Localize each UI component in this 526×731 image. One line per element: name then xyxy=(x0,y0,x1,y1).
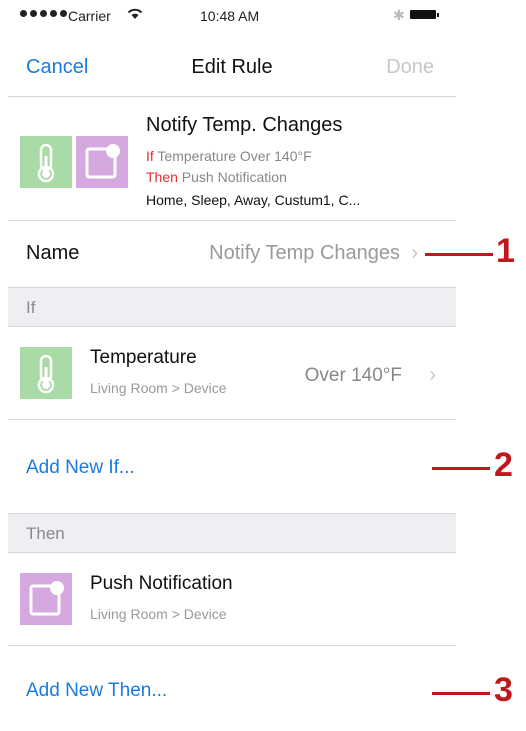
then-action-row[interactable]: Push Notification Living Room > Device xyxy=(8,553,456,646)
callout-line-3 xyxy=(432,692,490,695)
callout-number-1: 1 xyxy=(496,232,515,270)
condition-subtitle: Living Room > Device xyxy=(90,380,227,396)
name-value: Notify Temp Changes xyxy=(209,242,400,264)
navigation-bar: Cancel Edit Rule Done xyxy=(8,40,456,97)
add-if-row[interactable]: Add New If... xyxy=(8,420,456,512)
done-button[interactable]: Done xyxy=(386,56,434,79)
condition-title: Temperature xyxy=(90,347,197,368)
if-section-header: If xyxy=(8,288,456,327)
rule-if-line: If Temperature Over 140°F xyxy=(146,148,312,164)
callout-line-2 xyxy=(432,467,490,470)
notification-icon xyxy=(76,136,128,188)
if-text: Temperature Over 140°F xyxy=(153,148,312,164)
if-section-label: If xyxy=(26,298,36,317)
if-condition-row[interactable]: Temperature Living Room > Device Over 14… xyxy=(8,327,456,420)
clock: 10:48 AM xyxy=(200,8,260,24)
status-bar: Carrier 10:48 AM ✱ xyxy=(8,0,456,40)
carrier-label: Carrier xyxy=(68,8,111,24)
action-title: Push Notification xyxy=(90,573,233,594)
condition-value: Over 140°F xyxy=(304,365,402,386)
add-new-if-button[interactable]: Add New If... xyxy=(26,457,135,479)
callout-number-3: 3 xyxy=(494,671,513,709)
then-section-header: Then xyxy=(8,513,456,553)
chevron-right-icon: › xyxy=(411,242,418,264)
rule-modes: Home, Sleep, Away, Custum1, C... xyxy=(146,192,361,208)
rule-then-line: Then Push Notification xyxy=(146,169,287,185)
name-row[interactable]: Name Notify Temp Changes › xyxy=(8,221,456,288)
then-keyword: Then xyxy=(146,169,178,185)
signal-strength-icon xyxy=(20,10,67,17)
notification-icon xyxy=(20,573,72,625)
chevron-right-icon: › xyxy=(429,364,436,386)
rule-summary: Notify Temp. Changes If Temperature Over… xyxy=(8,96,456,221)
wifi-icon xyxy=(127,8,143,19)
name-label: Name xyxy=(26,242,80,264)
callout-line-1 xyxy=(425,253,493,256)
rule-title: Notify Temp. Changes xyxy=(146,114,343,136)
then-text: Push Notification xyxy=(177,169,287,185)
phone-screen: Carrier 10:48 AM ✱ Cancel Edit Rule Done xyxy=(8,0,456,731)
battery-icon xyxy=(410,10,439,19)
add-then-row[interactable]: Add New Then... xyxy=(8,646,456,731)
callout-number-2: 2 xyxy=(494,446,513,484)
add-new-then-button[interactable]: Add New Then... xyxy=(26,680,167,702)
if-keyword: If xyxy=(146,148,154,164)
cancel-button[interactable]: Cancel xyxy=(26,56,88,79)
then-section-label: Then xyxy=(26,524,65,543)
bluetooth-icon: ✱ xyxy=(393,7,405,23)
action-subtitle: Living Room > Device xyxy=(90,606,227,622)
thermometer-icon xyxy=(20,347,72,399)
thermometer-icon xyxy=(20,136,72,188)
